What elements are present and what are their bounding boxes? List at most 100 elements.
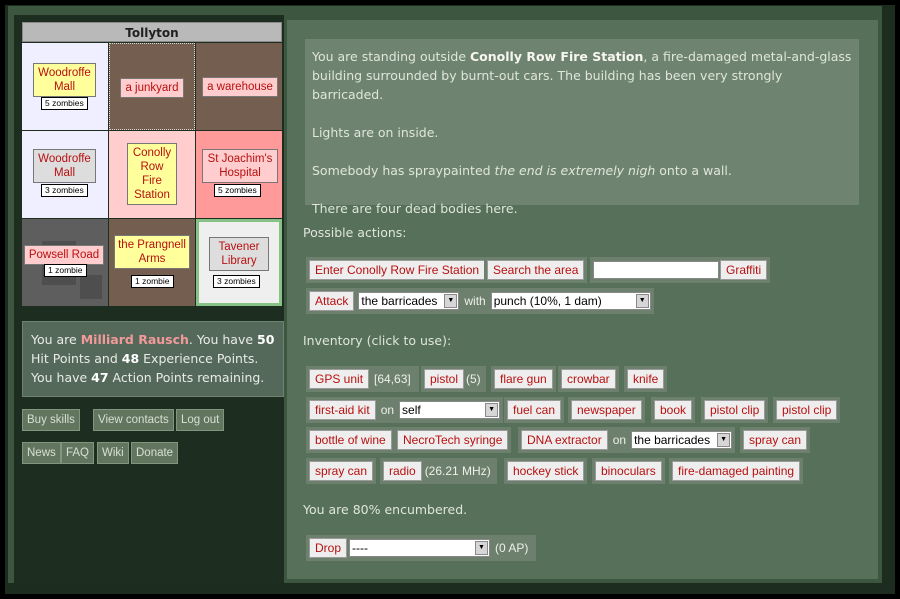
drop-item-select[interactable]: ---- ▼: [349, 539, 491, 557]
gps-coords: [64,63]: [374, 372, 411, 386]
graffiti-input[interactable]: [593, 261, 719, 279]
inventory-item: pistol clip: [701, 397, 769, 423]
drop-cost: (0 AP): [495, 541, 529, 555]
map-cell-button[interactable]: the Prangnell Arms: [114, 235, 190, 269]
map-cell-powsell-road: Powsell Road 1 zombie: [22, 219, 108, 306]
select-value: punch (10%, 1 dam): [493, 294, 602, 308]
fire-damaged-painting-button[interactable]: fire-damaged painting: [672, 461, 801, 481]
map-cell-button[interactable]: St Joachim's Hospital: [202, 149, 278, 183]
inventory-item: fuel can: [504, 397, 565, 423]
map-cell-button[interactable]: a junkyard: [120, 78, 184, 98]
select-value: the barricades: [634, 433, 711, 447]
view-contacts-button[interactable]: View contacts: [93, 409, 174, 431]
gps-unit-button[interactable]: GPS unit: [309, 369, 370, 389]
dropdown-arrow-icon: ▼: [475, 541, 489, 555]
map-cell-button[interactable]: Woodroffe Mall: [33, 149, 96, 183]
select-value: the barricades: [361, 294, 438, 308]
select-value: ----: [352, 541, 368, 555]
inventory-item: GPS unit [64,63]: [306, 366, 419, 392]
necrotech-syringe-button[interactable]: NecroTech syringe: [397, 430, 509, 450]
enter-building-button[interactable]: Enter Conolly Row Fire Station: [309, 260, 486, 280]
spray-can-button[interactable]: spray can: [309, 461, 374, 481]
zombie-count: 3 zombies: [213, 275, 260, 288]
actions-heading: Possible actions:: [303, 225, 407, 240]
bottle-of-wine-button[interactable]: bottle of wine: [309, 430, 392, 450]
inventory-item: flare gun: [491, 366, 556, 392]
spray-can-button[interactable]: spray can: [743, 430, 808, 450]
inventory-item: newspaper: [568, 397, 645, 423]
knife-button[interactable]: knife: [627, 369, 665, 389]
map-cell-prangnell-arms: the Prangnell Arms 1 zombie: [109, 219, 195, 306]
attack-target-select[interactable]: the barricades ▼: [358, 292, 460, 310]
map-cell-button[interactable]: a warehouse: [202, 77, 278, 97]
attack-action: Attack the barricades ▼ with punch (10%, …: [306, 288, 654, 314]
pistol-clip-button[interactable]: pistol clip: [776, 400, 838, 420]
dropdown-arrow-icon: ▼: [717, 433, 731, 447]
radio-button[interactable]: radio: [383, 461, 422, 481]
inventory-item: fire-damaged painting: [669, 458, 804, 484]
stats-text: Action Points remaining.: [108, 370, 265, 385]
log-out-button[interactable]: Log out: [176, 409, 225, 431]
pistol-ammo: (5): [466, 372, 481, 386]
map-cell-button[interactable]: Woodroffe Mall: [33, 63, 96, 97]
pistol-button[interactable]: pistol: [424, 369, 465, 389]
map-cell-button[interactable]: Conolly Row Fire Station: [127, 143, 177, 205]
search-area-button[interactable]: Search the area: [487, 260, 585, 280]
first-aid-target-select[interactable]: self ▼: [399, 401, 501, 419]
description-paragraph: You are standing outside Conolly Row Fir…: [312, 47, 852, 104]
map-cell-woodroffe-mall-1: Woodroffe Mall 5 zombies: [22, 43, 108, 130]
zombie-count: 1 zombie: [44, 264, 87, 277]
player-name[interactable]: Milliard Rausch: [81, 332, 189, 347]
news-button[interactable]: News: [22, 442, 61, 464]
inventory-item: knife: [624, 366, 668, 392]
desc-text: Somebody has spraypainted: [312, 163, 495, 178]
inventory-item: first-aid kit on self ▼: [306, 397, 504, 423]
dna-extractor-button[interactable]: DNA extractor: [521, 430, 608, 450]
wiki-button[interactable]: Wiki: [97, 442, 129, 464]
radio-frequency: (26.21 MHz): [424, 464, 491, 478]
hockey-stick-button[interactable]: hockey stick: [507, 461, 585, 481]
encumbrance-text: You are 80% encumbered.: [303, 502, 468, 517]
drop-button[interactable]: Drop: [309, 538, 348, 558]
first-aid-kit-button[interactable]: first-aid kit: [309, 400, 376, 420]
inventory-item: book: [651, 397, 696, 423]
weapon-select[interactable]: punch (10%, 1 dam) ▼: [490, 292, 651, 310]
faq-button[interactable]: FAQ: [61, 442, 95, 464]
dna-target-select[interactable]: the barricades ▼: [631, 431, 733, 449]
dead-bodies: There are four dead bodies here.: [312, 201, 518, 216]
hit-points: 50: [257, 332, 275, 347]
inventory-heading: Inventory (click to use):: [303, 333, 452, 348]
binoculars-button[interactable]: binoculars: [595, 461, 662, 481]
flare-gun-button[interactable]: flare gun: [494, 369, 553, 389]
desc-text: You are standing outside: [312, 49, 470, 64]
suburb-title: Tollyton: [22, 22, 282, 42]
map-cell-tavener-library: Tavener Library 3 zombies: [196, 219, 282, 306]
map-cell-junkyard: a junkyard: [109, 43, 195, 130]
lights-status: Lights are on inside.: [312, 125, 439, 140]
location-name: Conolly Row Fire Station: [470, 49, 644, 64]
map-cell-button[interactable]: Tavener Library: [209, 237, 269, 271]
graffiti-button[interactable]: Graffiti: [720, 260, 768, 280]
dropdown-arrow-icon: ▼: [635, 294, 649, 308]
stats-text: Experience Points.: [139, 351, 259, 366]
inventory-item: spray can: [740, 427, 811, 453]
pistol-clip-button[interactable]: pistol clip: [704, 400, 766, 420]
donate-button[interactable]: Donate: [131, 442, 179, 464]
attack-button[interactable]: Attack: [309, 291, 355, 311]
zombie-count: 3 zombies: [41, 184, 88, 197]
map-cell-button[interactable]: Powsell Road: [24, 245, 104, 265]
graffiti-message: the end is extremely nigh: [494, 163, 656, 178]
inventory-item: hockey stick: [504, 458, 588, 484]
dropdown-arrow-icon: ▼: [444, 294, 458, 308]
location-description: You are standing outside Conolly Row Fir…: [305, 39, 859, 216]
map-cell-fire-station: Conolly Row Fire Station: [109, 131, 195, 218]
crowbar-button[interactable]: crowbar: [561, 369, 616, 389]
book-button[interactable]: book: [654, 400, 693, 420]
buy-skills-button[interactable]: Buy skills: [22, 409, 80, 431]
fuel-can-button[interactable]: fuel can: [507, 400, 562, 420]
zombie-count: 1 zombie: [131, 275, 174, 288]
stats-text: You have: [31, 370, 92, 385]
inventory-item: pistol clip: [773, 397, 841, 423]
graffiti-action: Graffiti: [590, 257, 771, 283]
newspaper-button[interactable]: newspaper: [571, 400, 642, 420]
